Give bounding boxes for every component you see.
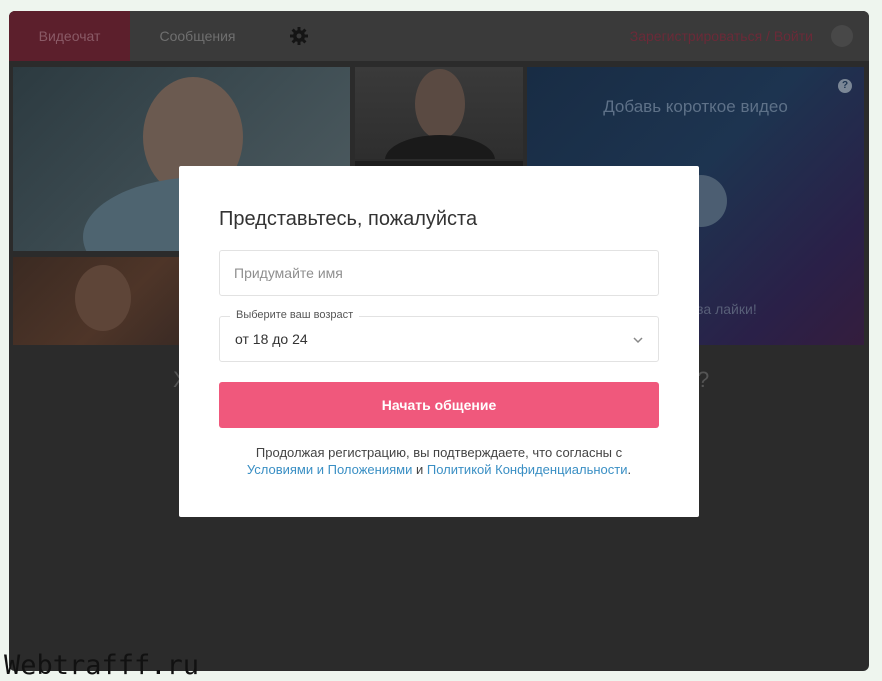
start-chat-button[interactable]: Начать общение bbox=[219, 382, 659, 428]
face-image bbox=[75, 265, 131, 331]
user-photo-tile[interactable] bbox=[13, 257, 183, 345]
intro-modal: Представьтесь, пожалуйста Выберите ваш в… bbox=[179, 166, 699, 517]
age-select-label: Выберите ваш возраст bbox=[230, 309, 360, 321]
user-photo-tile[interactable] bbox=[355, 67, 523, 159]
top-navigation: Видеочат Сообщения Зарегистрироваться / … bbox=[9, 11, 869, 61]
consent-and: и bbox=[415, 462, 424, 477]
gear-icon[interactable] bbox=[289, 26, 309, 46]
tab-messages[interactable]: Сообщения bbox=[130, 11, 265, 61]
tab-videochat[interactable]: Видеочат bbox=[9, 11, 130, 61]
age-select-value: от 18 до 24 bbox=[235, 331, 308, 347]
consent-text: Продолжая регистрацию, вы подтверждаете,… bbox=[199, 444, 679, 478]
modal-title: Представьтесь, пожалуйста bbox=[219, 208, 478, 230]
privacy-link[interactable]: Политикой Конфиденциальности bbox=[427, 462, 628, 477]
face-image bbox=[415, 69, 465, 139]
chevron-down-icon bbox=[633, 337, 643, 344]
terms-link[interactable]: Условиями и Положениями bbox=[247, 462, 412, 477]
promo-title: Добавь короткое видео bbox=[603, 97, 788, 116]
watermark: Webtrafff.ru bbox=[4, 650, 200, 681]
shoulder-image bbox=[385, 135, 495, 159]
name-input[interactable] bbox=[219, 250, 659, 296]
register-login-link[interactable]: Зарегистрироваться / Войти bbox=[630, 11, 813, 61]
consent-period: . bbox=[627, 462, 632, 477]
promo-likes-text: за лайки! bbox=[697, 301, 757, 317]
consent-lead: Продолжая регистрацию, вы подтверждаете,… bbox=[255, 445, 623, 460]
user-avatar-icon[interactable] bbox=[831, 25, 853, 47]
help-icon[interactable]: ? bbox=[838, 79, 852, 93]
age-select[interactable]: Выберите ваш возраст от 18 до 24 bbox=[219, 309, 659, 362]
